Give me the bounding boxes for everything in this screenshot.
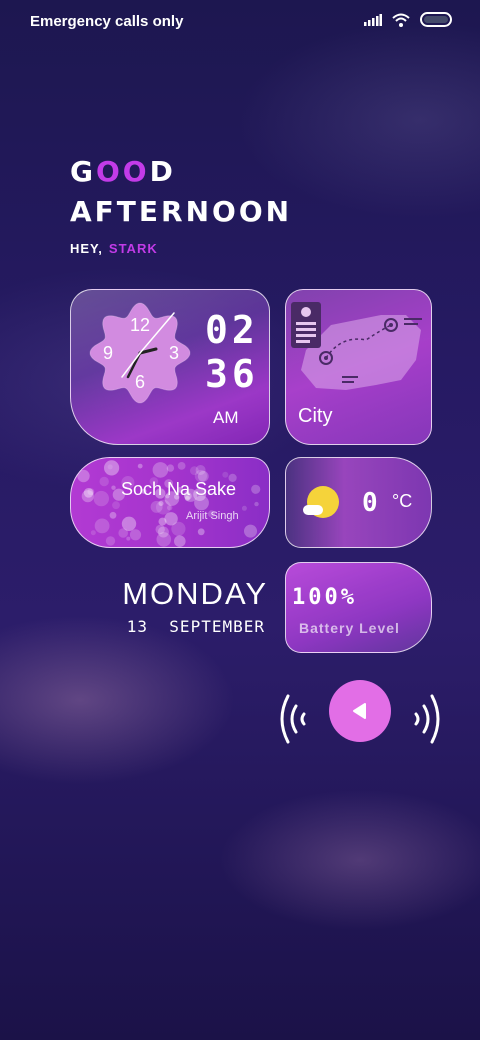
greeting-line2: AFTERNOON [70, 195, 293, 228]
song-title: Soch Na Sake [121, 479, 237, 499]
greeting-letter: O [122, 155, 150, 188]
clock-minute: 36 [205, 352, 259, 396]
wifi-icon [392, 13, 410, 27]
clock-number-9: 9 [103, 343, 113, 363]
cloud-icon [303, 505, 323, 515]
song-artist: Arijit Singh [186, 510, 239, 522]
map-city-label: City [298, 405, 333, 427]
analog-clock: 12 3 6 9 [89, 302, 191, 404]
greeting-hey: HEY, STARK [70, 241, 158, 256]
clock-ampm: AM [213, 408, 239, 427]
weather-temp: 0 [362, 488, 378, 518]
date-text: 13 SEPTEMBER [126, 617, 265, 636]
greeting-letter: D [149, 155, 176, 188]
clock-number-12: 12 [130, 315, 150, 335]
clock-number-6: 6 [135, 372, 145, 392]
greeting-letter: O [95, 155, 123, 188]
status-icons [364, 12, 452, 27]
battery-label: Battery Level [299, 620, 400, 636]
battery-percent: 100% [292, 585, 357, 610]
battery-icon [420, 12, 452, 27]
signal-icon [364, 13, 382, 26]
clock-hour: 02 [205, 308, 259, 352]
user-name: STARK [108, 241, 158, 256]
bubble-pattern [77, 460, 261, 547]
music-widget[interactable] [70, 457, 270, 548]
next-wave-icon[interactable] [410, 692, 446, 746]
hey-text: HEY, [70, 241, 103, 256]
play-icon [353, 703, 366, 719]
play-button[interactable] [329, 680, 391, 742]
greeting-letter: G [70, 155, 96, 188]
previous-wave-icon[interactable] [274, 692, 310, 746]
greeting-line1: GOOD [70, 155, 176, 188]
status-text: Emergency calls only [30, 13, 184, 30]
weather-unit: °C [392, 491, 413, 511]
day-name: MONDAY [122, 576, 268, 611]
clock-number-3: 3 [169, 343, 179, 363]
